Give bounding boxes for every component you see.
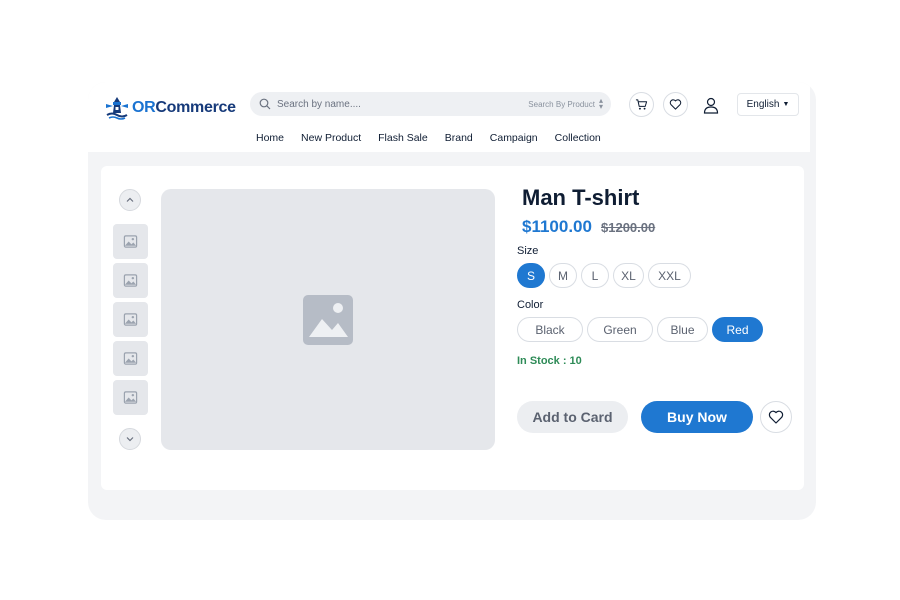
nav-campaign[interactable]: Campaign	[490, 132, 538, 144]
size-option-xl[interactable]: XL	[613, 263, 644, 288]
add-to-wishlist-button[interactable]	[760, 401, 792, 433]
language-select[interactable]: English ▼	[737, 93, 799, 116]
language-label: English	[746, 99, 780, 110]
cart-button[interactable]	[629, 92, 654, 117]
user-icon[interactable]	[702, 96, 720, 114]
thumbnail-scroll-down-button[interactable]	[119, 428, 141, 450]
size-option-xxl[interactable]: XXL	[648, 263, 691, 288]
main-product-image	[161, 189, 495, 450]
product-title: Man T-shirt	[522, 185, 640, 210]
image-placeholder-icon	[123, 274, 138, 287]
thumbnail-5[interactable]	[113, 380, 148, 415]
size-option-l[interactable]: L	[581, 263, 609, 288]
image-placeholder-icon	[303, 294, 353, 345]
nav-home[interactable]: Home	[256, 132, 284, 144]
chevron-up-icon	[126, 197, 134, 202]
size-label: Size	[517, 245, 539, 257]
search-input[interactable]	[277, 98, 507, 110]
cart-icon	[635, 99, 648, 110]
chevron-down-icon	[126, 437, 134, 442]
image-placeholder-icon	[123, 235, 138, 248]
thumbnail-scroll-up-button[interactable]	[119, 189, 141, 211]
thumbnail-4[interactable]	[113, 341, 148, 376]
heart-icon	[669, 99, 682, 110]
nav-new-product[interactable]: New Product	[301, 132, 361, 144]
updown-chevron-icon: ▴ ▾	[598, 96, 603, 111]
image-placeholder-icon	[123, 352, 138, 365]
add-to-cart-button[interactable]: Add to Card	[517, 401, 628, 433]
caret-down-icon: ▼	[782, 101, 790, 108]
logo-text: ORCommerce	[132, 99, 236, 117]
heart-icon	[768, 410, 784, 424]
color-option-red[interactable]: Red	[712, 317, 763, 342]
logo-suffix: Commerce	[155, 99, 236, 116]
thumbnail-2[interactable]	[113, 263, 148, 298]
app-window: ORCommerce Search By Product ▴▾	[88, 82, 816, 520]
search-filter-label: Search By Product	[528, 99, 595, 109]
product-price: $1100.00	[522, 217, 592, 236]
search-filter-select[interactable]: Search By Product ▴ ▾	[528, 96, 603, 111]
search-icon	[259, 98, 271, 110]
image-placeholder-icon	[123, 391, 138, 404]
main-nav: Home New Product Flash Sale Brand Campai…	[256, 132, 618, 144]
buy-now-button[interactable]: Buy Now	[641, 401, 753, 433]
logo[interactable]: ORCommerce	[104, 95, 236, 121]
image-placeholder-icon	[123, 313, 138, 326]
stock-status: In Stock : 10	[517, 355, 582, 367]
color-label: Color	[517, 299, 544, 311]
color-option-green[interactable]: Green	[587, 317, 653, 342]
product-card: Man T-shirt $1100.00 $1200.00 Size S M L…	[101, 166, 804, 490]
color-option-black[interactable]: Black	[517, 317, 583, 342]
color-options: Black Green Blue Red	[517, 317, 767, 342]
search-bar: Search By Product ▴▾	[250, 92, 611, 116]
site-header: ORCommerce Search By Product ▴▾	[88, 82, 810, 152]
nav-brand[interactable]: Brand	[445, 132, 473, 144]
lighthouse-icon	[106, 97, 128, 120]
nav-flash-sale[interactable]: Flash Sale	[378, 132, 428, 144]
nav-collection[interactable]: Collection	[555, 132, 601, 144]
thumbnail-3[interactable]	[113, 302, 148, 337]
logo-prefix: OR	[132, 99, 156, 116]
wishlist-button[interactable]	[663, 92, 688, 117]
size-option-m[interactable]: M	[549, 263, 577, 288]
thumbnail-1[interactable]	[113, 224, 148, 259]
size-options: S M L XL XXL	[517, 263, 695, 288]
product-old-price: $1200.00	[601, 220, 656, 235]
color-option-blue[interactable]: Blue	[657, 317, 708, 342]
size-option-s[interactable]: S	[517, 263, 545, 288]
